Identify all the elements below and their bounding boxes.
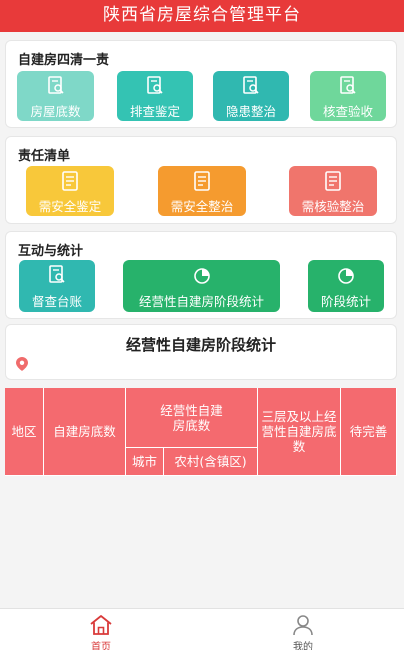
tile-label: 需核验整治 xyxy=(301,199,365,214)
tile-business-stage-stats[interactable]: 经营性自建房阶段统计 xyxy=(123,260,280,312)
document-search-icon xyxy=(47,76,64,94)
tab-mine[interactable]: 我的 xyxy=(202,609,404,650)
tile-label: 排查鉴定 xyxy=(129,104,180,119)
th-pending: 待完善 xyxy=(341,388,397,476)
section-responsibility-card: 责任清单 需安全鉴定 需安全整治 需核验整治 xyxy=(5,136,397,224)
user-icon xyxy=(293,615,313,636)
th-rural: 农村(含镇区) xyxy=(164,448,258,476)
pie-chart-icon xyxy=(338,268,354,284)
section-four-clear-card: 自建房四清一责 房屋底数 排查鉴定 隐患整治 核查验收 xyxy=(5,40,397,128)
tile-supervision-ledger[interactable]: 督查台账 xyxy=(19,260,95,312)
tile-need-appraisal[interactable]: 需安全鉴定 xyxy=(26,166,114,216)
tile-need-verify[interactable]: 需核验整治 xyxy=(289,166,377,216)
tile-stage-stats[interactable]: 阶段统计 xyxy=(308,260,384,312)
tile-label: 阶段统计 xyxy=(320,294,371,309)
tile-verification[interactable]: 核查验收 xyxy=(310,71,386,121)
tile-label: 房屋底数 xyxy=(30,104,81,119)
tile-hazard-fix[interactable]: 隐患整治 xyxy=(213,71,289,121)
tile-need-rectify[interactable]: 需安全整治 xyxy=(158,166,246,216)
tab-label: 我的 xyxy=(293,642,313,650)
document-list-icon xyxy=(325,171,341,191)
th-business-group: 经营性自建房底数 xyxy=(126,388,258,448)
th-total: 自建房底数 xyxy=(44,388,126,476)
document-search-icon xyxy=(49,265,65,283)
th-region: 地区 xyxy=(5,388,44,476)
tile-label: 需安全整治 xyxy=(170,199,234,214)
section-title: 责任清单 xyxy=(18,149,71,164)
tile-label: 需安全鉴定 xyxy=(38,199,102,214)
tile-label: 督查台账 xyxy=(31,294,82,309)
th-three-floor: 三层及以上经营性自建房底数 xyxy=(258,388,341,476)
tile-label: 经营性自建房阶段统计 xyxy=(138,294,264,309)
stats-table-header: 地区 自建房底数 经营性自建房底数 城市 农村(含镇区) 三层及以上经营性自建房… xyxy=(5,388,397,476)
document-search-icon xyxy=(243,76,259,94)
home-icon xyxy=(90,615,112,635)
document-list-icon xyxy=(62,171,78,191)
th-city: 城市 xyxy=(126,448,164,476)
app-title: 陕西省房屋综合管理平台 xyxy=(0,0,404,32)
pie-chart-icon xyxy=(193,268,210,284)
bottom-tab-bar: 首页 我的 xyxy=(0,608,404,650)
document-list-icon xyxy=(194,171,210,191)
section-title: 互动与统计 xyxy=(18,244,84,259)
tile-label: 核查验收 xyxy=(322,104,373,119)
document-search-icon xyxy=(340,76,356,94)
tile-house-count[interactable]: 房屋底数 xyxy=(17,71,94,121)
section-title: 自建房四清一责 xyxy=(18,53,110,68)
section-interaction-card: 互动与统计 督查台账 经营性自建房阶段统计 阶段统计 xyxy=(5,231,397,319)
location-pin-icon[interactable] xyxy=(16,357,28,371)
tab-home[interactable]: 首页 xyxy=(0,609,202,650)
tile-label: 隐患整治 xyxy=(225,104,276,119)
document-search-icon xyxy=(147,76,163,94)
tab-label: 首页 xyxy=(91,642,111,650)
stats-header-card: 经营性自建房阶段统计 xyxy=(5,324,397,380)
stats-title: 经营性自建房阶段统计 xyxy=(125,336,276,354)
tile-inspection[interactable]: 排查鉴定 xyxy=(117,71,193,121)
